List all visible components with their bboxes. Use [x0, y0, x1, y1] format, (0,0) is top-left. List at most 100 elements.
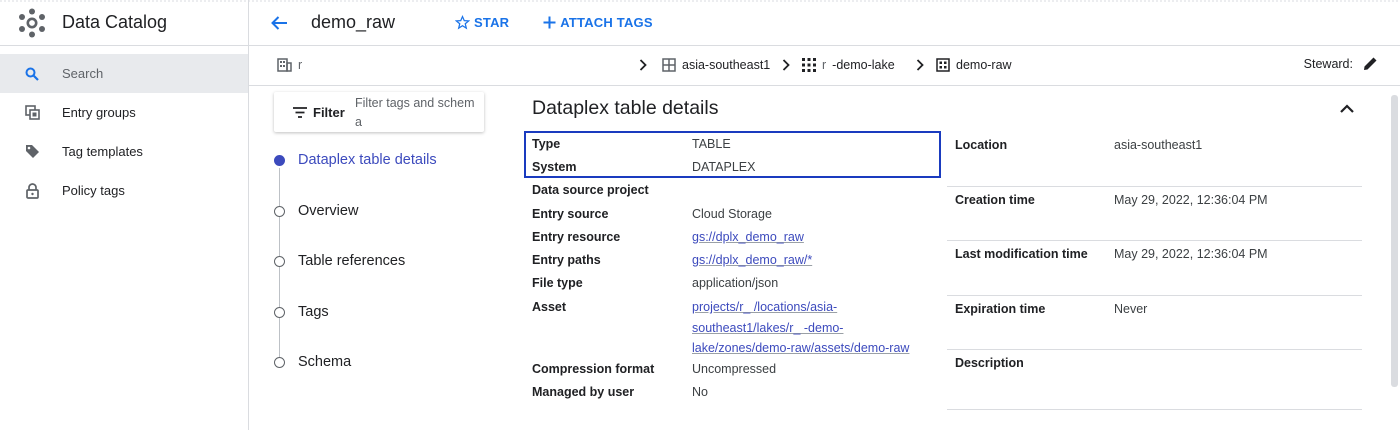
- data-catalog-logo-icon: [19, 8, 45, 37]
- tag-icon: [24, 144, 40, 160]
- star-button[interactable]: STAR: [455, 15, 509, 30]
- detail-key: Entry resource: [532, 229, 621, 244]
- detail-row-type: Type TABLE: [524, 132, 940, 155]
- detail-value: application/json: [692, 276, 779, 291]
- detail-key: Asset: [532, 300, 567, 315]
- filter-input[interactable]: Filter tags and schema: [355, 94, 477, 132]
- detail-key: Type: [532, 136, 561, 151]
- section-dot: [274, 306, 285, 318]
- lock-icon: [24, 182, 40, 199]
- detail-row-compression-format: Compression format Uncompressed: [524, 357, 940, 380]
- breadcrumb-location-label: asia-southeast1: [682, 58, 771, 72]
- zone-icon: [936, 58, 950, 72]
- detail-row-last-modification-time: Last modification time May 29, 2022, 12:…: [947, 241, 1362, 296]
- detail-key: System: [532, 159, 577, 174]
- detail-value: Uncompressed: [692, 361, 777, 376]
- detail-row-entry-paths: Entry paths gs://dplx_demo_raw/*: [524, 248, 940, 271]
- nav-item-label: Policy tags: [62, 183, 125, 198]
- lake-icon: [802, 58, 816, 72]
- collapse-chevron-up-icon[interactable]: [1340, 100, 1354, 118]
- nav-item-label: Tag templates: [62, 144, 143, 159]
- section-dataplex-table-details[interactable]: Dataplex table details: [274, 152, 437, 168]
- star-icon: [455, 15, 471, 30]
- breadcrumb-lake[interactable]: r -demo-lake: [802, 58, 895, 72]
- section-tags[interactable]: Tags: [274, 304, 329, 320]
- detail-value: Cloud Storage: [692, 206, 772, 221]
- scrollbar[interactable]: [1391, 95, 1398, 387]
- detail-value: TABLE: [692, 136, 731, 151]
- nav-item-entry-groups[interactable]: Entry groups: [0, 93, 248, 132]
- detail-row-entry-source: Entry source Cloud Storage: [524, 202, 940, 225]
- breadcrumb-lake-prefix: r: [822, 58, 827, 72]
- detail-row-data-source-project: Data source project: [524, 179, 940, 202]
- back-arrow-icon[interactable]: [265, 9, 293, 37]
- detail-key: Description: [955, 356, 1024, 370]
- section-dot: [274, 154, 285, 166]
- section-label: Tags: [298, 304, 329, 320]
- details-right-table: Location asia-southeast1 Creation time M…: [947, 132, 1362, 410]
- nav-list: Search Entry groups Tag templates Policy…: [0, 54, 248, 210]
- star-label: STAR: [474, 15, 510, 30]
- breadcrumb-project[interactable]: r: [277, 58, 302, 72]
- detail-value: DATAPLEX: [692, 159, 756, 174]
- detail-row-entry-resource: Entry resource gs://dplx_demo_raw: [524, 225, 940, 248]
- breadcrumb-location[interactable]: asia-southeast1: [662, 58, 770, 72]
- edit-pencil-icon[interactable]: [1363, 56, 1378, 71]
- filter-button[interactable]: Filter: [293, 105, 345, 120]
- detail-row-location: Location asia-southeast1: [947, 132, 1362, 187]
- entry-paths-link[interactable]: gs://dplx_demo_raw/*: [692, 253, 812, 267]
- section-label: Table references: [298, 253, 406, 269]
- breadcrumb: r asia-southeast1 r -demo-lake demo-raw …: [249, 46, 1400, 86]
- attach-tags-button[interactable]: ATTACH TAGS: [543, 15, 653, 30]
- section-dot: [274, 255, 285, 267]
- attach-tags-label: ATTACH TAGS: [560, 15, 653, 30]
- detail-row-system: System DATAPLEX: [524, 155, 940, 178]
- details-title: Dataplex table details: [532, 97, 719, 119]
- nav-item-label: Search: [62, 66, 104, 81]
- breadcrumb-lake-label: -demo-lake: [832, 58, 895, 72]
- top-toolbar: demo_raw STAR ATTACH TAGS: [249, 0, 1400, 46]
- detail-row-description: Description: [947, 350, 1362, 410]
- detail-value: No: [692, 385, 708, 400]
- breadcrumb-zone-label: demo-raw: [956, 58, 1012, 72]
- filter-box: Filter Filter tags and schema: [274, 92, 484, 132]
- detail-value: May 29, 2022, 12:36:04 PM: [1114, 247, 1268, 261]
- nav-item-label: Entry groups: [62, 105, 136, 120]
- section-schema[interactable]: Schema: [274, 354, 351, 370]
- detail-key: Compression format: [532, 361, 655, 376]
- detail-key: File type: [532, 276, 583, 291]
- chevron-right-icon: [782, 59, 790, 74]
- entry-groups-icon: [24, 105, 40, 121]
- plus-icon: [543, 16, 556, 29]
- filter-label: Filter: [313, 104, 345, 120]
- app-sidebar: Data Catalog Search Entry groups Tag tem…: [0, 0, 249, 430]
- nav-item-tag-templates[interactable]: Tag templates: [0, 132, 248, 171]
- detail-row-file-type: File type application/json: [524, 272, 940, 295]
- detail-key: Entry source: [532, 206, 609, 221]
- details-left-table: Type TABLE System DATAPLEX Data source p…: [524, 132, 940, 404]
- page-title: demo_raw: [311, 12, 396, 32]
- steward: Steward:: [1304, 56, 1378, 71]
- detail-key: Managed by user: [532, 385, 635, 400]
- breadcrumb-project-label: r: [298, 58, 303, 72]
- steward-label: Steward:: [1303, 56, 1353, 71]
- detail-key: Expiration time: [955, 301, 1046, 316]
- asset-link[interactable]: projects/r_ /locations/asia-southeast1/l…: [692, 297, 932, 359]
- section-label: Dataplex table details: [298, 152, 437, 168]
- detail-row-expiration-time: Expiration time Never: [947, 296, 1362, 350]
- nav-item-search[interactable]: Search: [0, 54, 248, 93]
- section-dot: [274, 356, 285, 368]
- section-table-references[interactable]: Table references: [274, 253, 405, 269]
- section-overview[interactable]: Overview: [274, 203, 358, 219]
- filter-icon: [293, 106, 307, 118]
- app-header: Data Catalog: [0, 0, 248, 46]
- detail-value: Never: [1114, 301, 1148, 316]
- chevron-right-icon: [916, 59, 924, 74]
- breadcrumb-zone[interactable]: demo-raw: [936, 58, 1012, 72]
- nav-item-policy-tags[interactable]: Policy tags: [0, 171, 248, 210]
- detail-value: May 29, 2022, 12:36:04 PM: [1114, 192, 1268, 207]
- detail-row-asset: Asset projects/r_ /locations/asia-southe…: [524, 295, 940, 357]
- entry-resource-link[interactable]: gs://dplx_demo_raw: [692, 230, 804, 244]
- section-dot: [274, 205, 285, 217]
- detail-key: Creation time: [955, 192, 1035, 207]
